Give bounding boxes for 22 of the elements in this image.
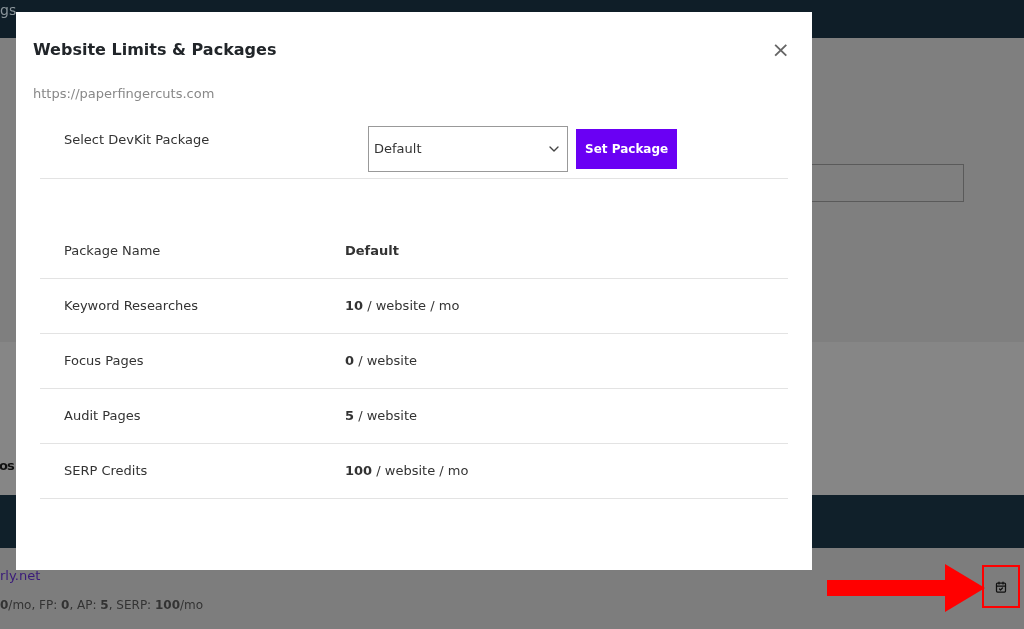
- arrow-icon: [827, 564, 985, 612]
- close-button[interactable]: ×: [771, 39, 790, 61]
- row-label: Keyword Researches: [63, 296, 200, 315]
- site-limits-text: 0/mo, FP: 0, AP: 5, SERP: 100/mo: [0, 596, 205, 614]
- set-package-button[interactable]: Set Package: [576, 129, 678, 169]
- row-label: Audit Pages: [63, 406, 142, 425]
- dialog-title: Website Limits & Packages: [33, 39, 277, 61]
- row-label: Package Name: [63, 241, 162, 260]
- row-label: SERP Credits: [63, 461, 149, 480]
- package-select[interactable]: Default: [368, 126, 568, 172]
- row-value: 10 / website / mo: [345, 296, 460, 315]
- website-url: https://paperfingercuts.com: [33, 85, 216, 103]
- calendar-button[interactable]: [982, 565, 1020, 608]
- row-value: 5 / website: [345, 406, 418, 425]
- row-label: Focus Pages: [63, 351, 145, 370]
- calendar-icon: [995, 580, 1007, 593]
- row-value: Default: [345, 241, 399, 260]
- package-label: Select DevKit Package: [63, 130, 211, 149]
- header-text: gs: [0, 1, 17, 17]
- section-heading: os: [0, 456, 14, 475]
- row-value: 0 / website: [345, 351, 418, 370]
- row-value: 100 / website / mo: [345, 461, 469, 480]
